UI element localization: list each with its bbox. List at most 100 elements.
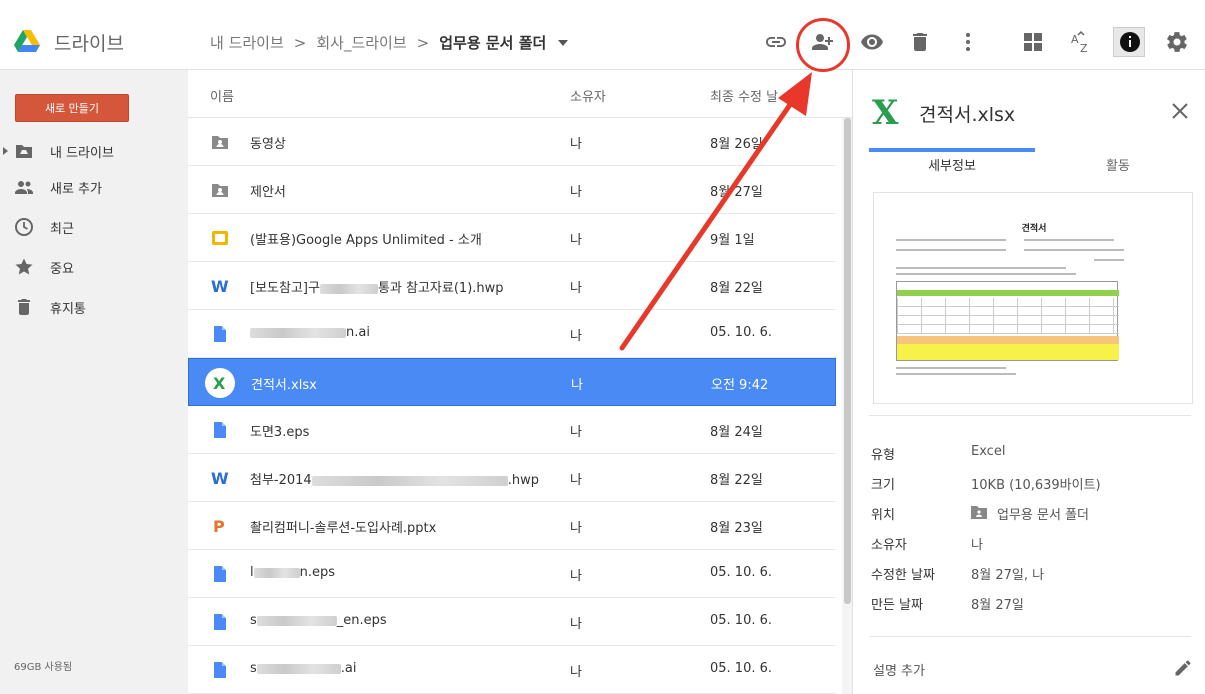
file-name: s _en.eps [250,613,387,628]
column-header-owner[interactable]: 소유자 [570,86,606,105]
preview-table [896,281,1119,361]
preview-header-row [897,290,1119,296]
file-owner: 나 [570,137,582,152]
prop-value: 8월 27일, 나 [971,568,1045,583]
grid-view-icon[interactable] [1021,30,1045,54]
add-description-field[interactable]: 설명 추가 [873,660,925,679]
file-preview-thumbnail[interactable]: 견적서 [873,192,1193,404]
preview-line [1024,249,1124,251]
prop-key: 유형 [871,448,895,463]
redacted-text [311,475,508,486]
file-name-start: s [250,661,257,676]
table-row-selected[interactable]: X 견적서.xlsx 나 오전 9:42 [188,358,836,406]
sidebar-item-new-added[interactable]: 새로 추가 [0,174,188,200]
file-modified: 8월 23일 [710,521,763,536]
column-header-modified[interactable]: 최종 수정 날 [710,86,778,105]
breadcrumb-current-folder[interactable]: 업무용 문서 폴더 [439,32,546,53]
table-row[interactable]: P 촬리컴퍼니-솔루션-도입사례.pptx 나 8월 23일 [188,502,836,550]
file-owner: 나 [570,569,582,584]
drive-logo-icon[interactable] [14,30,40,52]
shared-folder-icon [210,180,230,200]
column-header-name[interactable]: 이름 [210,86,234,105]
file-name-start: [보도참고]구 [250,281,320,296]
chevron-right-icon: > [293,33,307,52]
tab-details[interactable]: 세부정보 [869,148,1035,180]
sidebar-item-starred[interactable]: 중요 [0,254,188,280]
sidebar-item-my-drive[interactable]: 내 드라이브 [0,138,188,164]
link-icon[interactable] [764,30,788,54]
prop-key: 수정한 날짜 [871,568,935,583]
info-button[interactable] [1113,27,1145,57]
table-row[interactable]: s .ai 나 05. 10. 6. [188,646,836,694]
file-modified: 05. 10. 6. [710,325,773,340]
file-name: l n.eps [250,565,335,580]
table-row[interactable]: 제안서 나 8월 27일 [188,166,836,214]
file-modified: 8월 27일 [710,185,763,200]
expand-arrow-icon[interactable] [3,147,8,155]
file-modified: 오전 9:42 [711,378,769,393]
breadcrumb-my-drive[interactable]: 내 드라이브 [210,32,284,53]
file-name: 첨부-2014 .hwp [250,469,539,488]
redacted-text [256,663,341,674]
table-row[interactable]: 동영상 나 8월 26일 [188,118,836,166]
svg-text:A: A [1071,33,1079,46]
table-row[interactable]: n.ai 나 05. 10. 6. [188,310,836,358]
breadcrumb-company-drive[interactable]: 회사_드라이브 [316,32,406,53]
document-icon [210,420,230,440]
file-modified: 05. 10. 6. [710,565,773,580]
caret-down-icon[interactable] [558,39,569,46]
tab-activity[interactable]: 활동 [1035,148,1201,180]
file-name-end: .ai [340,661,357,676]
table-row[interactable]: (발표용)Google Apps Unlimited - 소개 나 9월 1일 [188,214,836,262]
preview-line [896,373,1016,375]
word-icon: W [210,276,230,296]
file-name-end: _en.eps [336,613,387,628]
table-row[interactable]: 도면3.eps 나 8월 24일 [188,406,836,454]
table-row[interactable]: l n.eps 나 05. 10. 6. [188,550,836,598]
top-bar: 드라이브 내 드라이브 > 회사_드라이브 > 업무용 문서 폴더 AZ [0,0,1205,70]
preview-line [1094,259,1124,261]
svg-text:W: W [211,277,229,296]
trash-icon[interactable] [908,30,932,54]
table-row[interactable]: W [보도참고]구 통과 참고자료(1).hwp 나 8월 22일 [188,262,836,310]
file-owner: 나 [570,617,582,632]
redacted-text [319,283,378,294]
file-owner: 나 [570,281,582,296]
sort-az-icon[interactable]: AZ [1069,30,1093,54]
file-list: 이름 소유자 최종 수정 날 동영상 나 8월 26일 제안서 나 8월 27일… [188,70,852,694]
preview-total-row [897,336,1119,344]
more-vert-icon[interactable] [956,30,980,54]
list-header: 이름 소유자 최종 수정 날 [188,70,852,118]
file-name: [보도참고]구 통과 참고자료(1).hwp [250,277,504,296]
file-owner: 나 [570,473,582,488]
table-row[interactable]: s _en.eps 나 05. 10. 6. [188,598,836,646]
prop-owner: 소유자 나 [871,534,1191,554]
trash-icon [14,297,34,317]
file-modified: 8월 22일 [710,473,763,488]
sidebar-item-trash[interactable]: 휴지통 [0,294,188,320]
table-row[interactable]: W 첨부-2014 .hwp 나 8월 22일 [188,454,836,502]
preview-line [1024,239,1114,241]
details-title: 견적서.xlsx [919,104,1016,126]
chevron-right-icon: > [416,33,430,52]
file-modified: 8월 22일 [710,281,763,296]
powerpoint-icon: P [210,516,230,536]
new-button[interactable]: 새로 만들기 [15,94,129,122]
scrollbar-thumb[interactable] [844,118,851,604]
svg-text:W: W [211,469,229,488]
eye-icon[interactable] [860,30,884,54]
sidebar-item-recent[interactable]: 최근 [0,214,188,240]
file-name-end: 통과 참고자료(1).hwp [377,281,504,296]
pencil-edit-icon[interactable] [1173,658,1193,678]
prop-value-link[interactable]: 업무용 문서 폴더 [997,504,1089,523]
file-modified: 05. 10. 6. [710,661,773,676]
shared-folder-icon [971,506,987,519]
storage-usage[interactable]: 69GB 사용됨 [14,658,72,673]
prop-location: 위치 업무용 문서 폴더 [871,504,1191,524]
file-owner: 나 [571,378,583,393]
prop-modified: 수정한 날짜 8월 27일, 나 [871,564,1191,584]
app-title[interactable]: 드라이브 [54,29,124,56]
close-icon[interactable] [1171,102,1189,120]
settings-gear-icon[interactable] [1165,30,1189,54]
preview-title: 견적서 [1021,224,1047,234]
